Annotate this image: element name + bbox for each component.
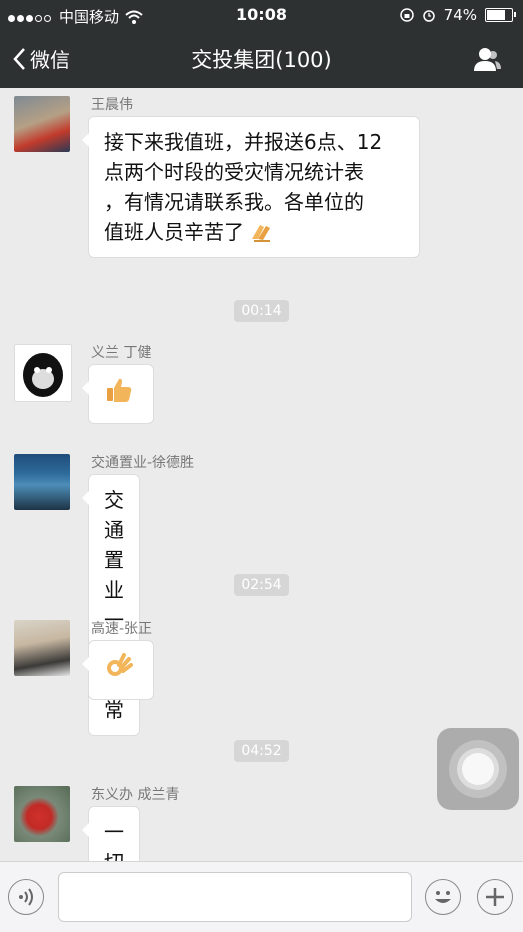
- assistive-touch-button[interactable]: [437, 728, 519, 810]
- sender-name: 东义办 成兰青: [91, 787, 180, 803]
- battery-percent: 74%: [443, 6, 477, 24]
- message-bubble[interactable]: 一切正常: [82, 806, 140, 861]
- navigation-bar: 微信 交投集团(100): [0, 30, 523, 88]
- sender-name: 王晨伟: [91, 97, 133, 113]
- thumbs-up-emoji: [107, 378, 132, 402]
- message-line: 接下来我值班，并报送6点、12: [104, 130, 383, 154]
- message-line: 值班人员辛苦了: [104, 217, 404, 247]
- message-input[interactable]: [58, 872, 412, 922]
- input-bar: [0, 861, 523, 932]
- ok-hand-emoji: [107, 653, 133, 676]
- message-line: ，有情况请联系我。各单位的: [104, 190, 364, 214]
- battery-icon: [485, 8, 516, 22]
- sender-name: 义兰 丁健: [91, 345, 152, 361]
- rotation-lock-icon: [399, 8, 414, 22]
- chat-title: 交投集团(100): [191, 48, 332, 72]
- timestamp: 02:54: [0, 574, 523, 596]
- avatar[interactable]: [14, 620, 70, 676]
- people-icon: [474, 48, 501, 71]
- status-bar: 中国移动 10:08 74%: [0, 0, 523, 30]
- message-bubble[interactable]: [82, 364, 154, 424]
- avatar[interactable]: [14, 454, 70, 510]
- group-info-button[interactable]: [471, 45, 503, 77]
- sender-name: 交通置业-徐德胜: [91, 455, 195, 471]
- message-line: 点两个时段的受灾情况统计表: [104, 160, 364, 184]
- message-bubble[interactable]: 接下来我值班，并报送6点、12 点两个时段的受灾情况统计表 ，有情况请联系我。各…: [82, 116, 420, 258]
- plus-icon: [486, 888, 504, 906]
- more-button[interactable]: [477, 879, 513, 915]
- status-right: 74%: [399, 6, 516, 24]
- timestamp: 00:14: [0, 300, 523, 322]
- smiley-icon: [435, 891, 451, 903]
- clap-hands-emoji: [252, 225, 271, 242]
- sender-name: 高速-张正: [91, 621, 153, 637]
- alarm-icon: [422, 10, 435, 22]
- message-bubble[interactable]: [82, 640, 154, 700]
- avatar[interactable]: [14, 786, 70, 842]
- voice-button[interactable]: [8, 879, 44, 915]
- message-text: 一切正常: [104, 820, 124, 861]
- emoji-button[interactable]: [425, 879, 461, 915]
- avatar[interactable]: [14, 96, 70, 152]
- voice-icon: [19, 888, 33, 906]
- avatar[interactable]: [14, 344, 72, 402]
